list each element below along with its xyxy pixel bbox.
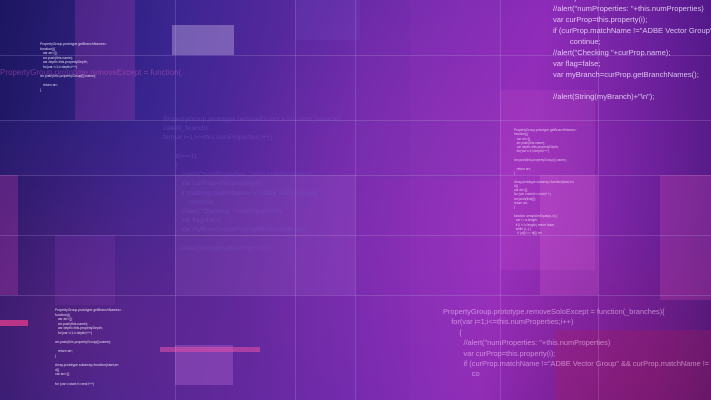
- translucent-panel: [295, 0, 360, 40]
- bright-panel: [172, 25, 234, 55]
- code-block-top-right: } //alert("numProperties: "+this.numProp…: [553, 0, 711, 101]
- grid-line: [0, 295, 711, 296]
- code-block-center: PropertyGroup.prototype.removeExcept = f…: [163, 116, 341, 252]
- code-background-scene: PropertyGroup.prototype.removeExcept = f…: [0, 0, 711, 400]
- code-block-bottom-right: PropertyGroup.prototype.removeSoloExcept…: [443, 307, 710, 379]
- grid-line: [355, 0, 356, 400]
- tiny-code-block: PropertyGroup.prototype.getBranchNames= …: [514, 128, 577, 236]
- grid-line: [0, 175, 711, 176]
- pink-light-bar: [0, 320, 28, 326]
- translucent-panel: [0, 120, 175, 175]
- grid-line: [0, 235, 711, 236]
- translucent-panel: [660, 175, 711, 300]
- translucent-panel: [355, 120, 500, 180]
- grid-line: [0, 120, 711, 121]
- tiny-code-block: PropertyGroup.prototype.getBranchNames= …: [40, 42, 107, 92]
- tiny-code-block: PropertyGroup.prototype.getBranchNames= …: [55, 308, 122, 386]
